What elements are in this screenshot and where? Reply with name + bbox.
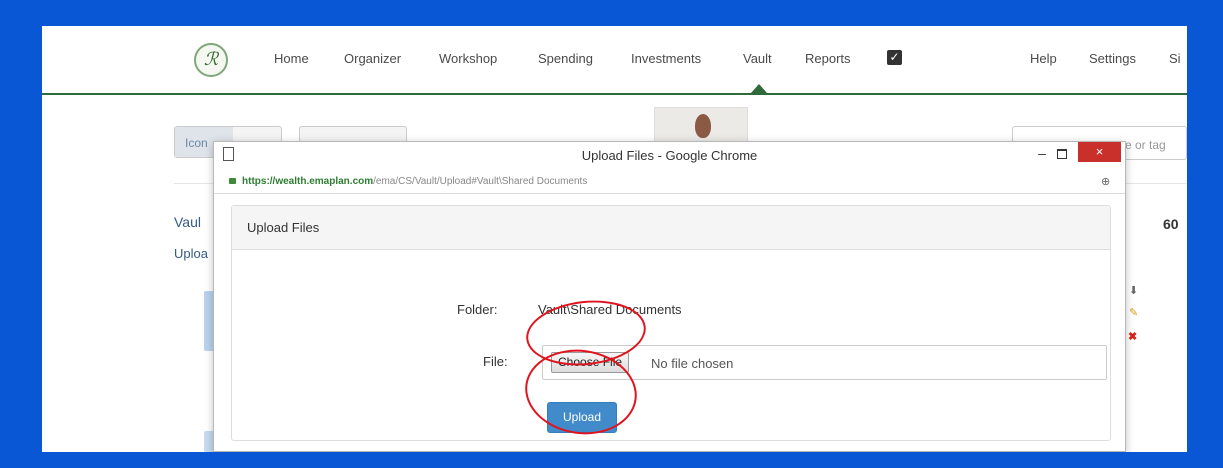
nav-workshop[interactable]: Workshop	[439, 51, 497, 66]
checkbox-icon[interactable]: ✓	[887, 50, 902, 65]
no-file-chosen-text: No file chosen	[651, 356, 734, 371]
url-text[interactable]: https://wealth.emaplan.com/ema/CS/Vault/…	[242, 176, 587, 187]
upload-link[interactable]: Uploa	[174, 246, 208, 261]
nav-help[interactable]: Help	[1030, 51, 1057, 66]
upload-panel: Upload Files Folder: Vault\Shared Docume…	[231, 205, 1111, 441]
nav-vault[interactable]: Vault	[743, 51, 772, 66]
nav-home[interactable]: Home	[274, 51, 309, 66]
maximize-icon[interactable]	[1057, 149, 1067, 159]
download-icon[interactable]: ⬇	[1129, 284, 1138, 297]
view-icon-button[interactable]: Icon	[185, 136, 208, 150]
url-domain: https://wealth.emaplan.com	[242, 176, 374, 187]
minimize-icon[interactable]: –	[1034, 145, 1050, 163]
app-window: ℛ Home Organizer Workshop Spending Inves…	[42, 26, 1187, 452]
zoom-icon[interactable]: ⊕	[1101, 175, 1110, 188]
lock-icon	[229, 178, 236, 184]
vault-search-placeholder: e or tag	[1125, 138, 1166, 152]
file-label: File:	[483, 354, 508, 369]
panel-header: Upload Files	[232, 206, 1110, 250]
close-icon[interactable]: ×	[1078, 142, 1121, 162]
item-count: 60	[1163, 216, 1179, 232]
folder-label: Folder:	[457, 302, 498, 317]
nav-reports[interactable]: Reports	[805, 51, 851, 66]
nav-spending[interactable]: Spending	[538, 51, 593, 66]
vault-breadcrumb[interactable]: Vaul	[174, 214, 201, 230]
panel-title: Upload Files	[247, 220, 320, 235]
emaplan-logo-icon[interactable]: ℛ	[194, 43, 228, 77]
address-bar[interactable]: https://wealth.emaplan.com/ema/CS/Vault/…	[214, 173, 1125, 194]
url-path: /ema/CS/Vault/Upload#Vault\Shared Docume…	[373, 176, 588, 187]
top-navigation: ℛ Home Organizer Workshop Spending Inves…	[42, 26, 1187, 95]
popup-title: Upload Files - Google Chrome	[581, 148, 758, 163]
nav-signout[interactable]: Si	[1169, 51, 1181, 66]
upload-files-popup: Upload Files - Google Chrome – × https:/…	[213, 141, 1126, 452]
nav-organizer[interactable]: Organizer	[344, 51, 401, 66]
delete-icon[interactable]: ✖	[1128, 330, 1137, 343]
active-nav-pointer	[751, 84, 767, 93]
nav-investments[interactable]: Investments	[631, 51, 701, 66]
nav-settings[interactable]: Settings	[1089, 51, 1136, 66]
popup-titlebar[interactable]: Upload Files - Google Chrome – ×	[214, 142, 1125, 170]
edit-icon[interactable]: ✎	[1129, 306, 1138, 319]
